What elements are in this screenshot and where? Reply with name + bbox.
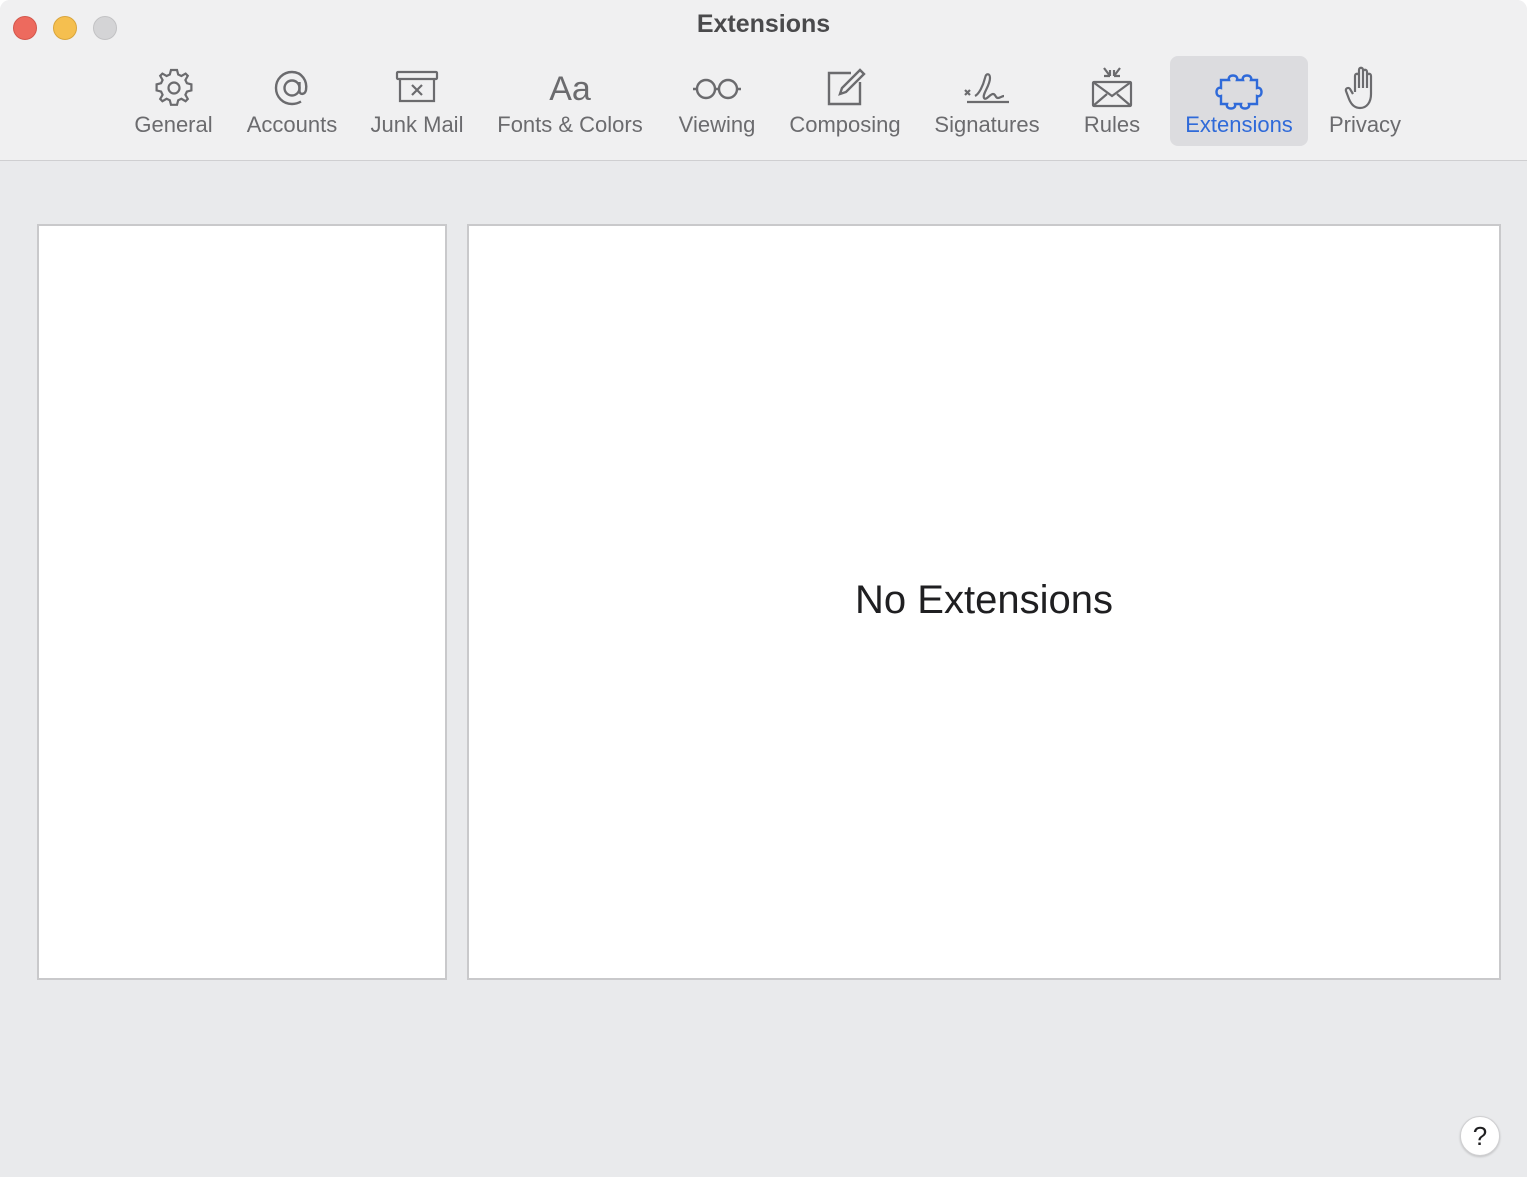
extension-detail-pane: No Extensions [467,224,1501,980]
hand-icon [1341,64,1389,112]
toolbar-item-label: Signatures [934,112,1040,137]
empty-state-message: No Extensions [855,578,1113,622]
title-bar: Extensions General Accounts Junk Mail Aa… [0,0,1527,161]
preferences-toolbar: General Accounts Junk Mail Aa Fonts & Co… [0,56,1527,146]
toolbar-item-label: Accounts [246,112,338,137]
toolbar-item-label: Rules [1083,112,1141,137]
window-title: Extensions [696,10,831,38]
toolbar-item-label: Composing [789,112,901,137]
toolbar-item-junk-mail[interactable]: Junk Mail [360,56,474,146]
toolbar-item-accounts[interactable]: Accounts [236,56,348,146]
gear-icon [150,64,198,112]
toolbar-item-fonts-colors[interactable]: Aa Fonts & Colors [486,56,654,146]
toolbar-item-signatures[interactable]: Signatures [924,56,1050,146]
junk-tray-icon [393,64,441,112]
text-aa-icon: Aa [546,64,594,112]
toolbar-item-label: General [134,112,213,137]
toolbar-item-label: Extensions [1185,112,1293,137]
toolbar-item-rules[interactable]: Rules [1070,56,1154,146]
toolbar-item-privacy[interactable]: Privacy [1318,56,1412,146]
at-sign-icon [268,64,316,112]
toolbar-item-label: Junk Mail [370,112,464,137]
envelope-rules-icon [1088,64,1136,112]
svg-text:Aa: Aa [549,70,591,108]
toolbar-item-label: Fonts & Colors [497,112,643,137]
preferences-window: Extensions General Accounts Junk Mail Aa… [0,0,1527,1177]
signature-icon [963,64,1011,112]
puzzle-piece-icon [1215,64,1263,112]
toolbar-item-label: Privacy [1328,112,1402,137]
glasses-icon [693,64,741,112]
toolbar-item-extensions[interactable]: Extensions [1170,56,1308,146]
toolbar-item-general[interactable]: General [126,56,221,146]
toolbar-item-viewing[interactable]: Viewing [668,56,766,146]
compose-icon [821,64,869,112]
help-button[interactable]: ? [1460,1116,1500,1156]
toolbar-item-label: Viewing [678,112,756,137]
toolbar-item-composing[interactable]: Composing [780,56,910,146]
extensions-list[interactable] [37,224,447,980]
